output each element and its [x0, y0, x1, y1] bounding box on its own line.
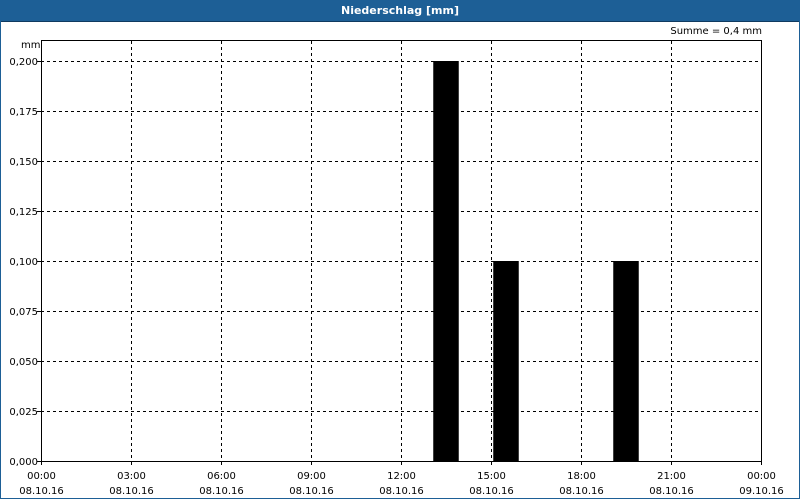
y-tick-label: 0,100	[9, 257, 38, 268]
x-tick-time-label: 18:00	[567, 471, 596, 482]
x-tick-date-label: 09.10.16	[739, 486, 784, 497]
x-tick-date-label: 08.10.16	[199, 486, 244, 497]
x-tick-time-label: 15:00	[477, 471, 506, 482]
y-tick-label: 0,200	[9, 57, 38, 68]
x-tick-date-label: 08.10.16	[559, 486, 604, 497]
y-tick-label: 0,075	[9, 307, 38, 318]
x-tick-date-label: 08.10.16	[649, 486, 694, 497]
x-tick-date-label: 08.10.16	[19, 486, 64, 497]
x-tick-time-label: 06:00	[207, 471, 236, 482]
x-tick-date-label: 08.10.16	[289, 486, 334, 497]
precipitation-bar	[613, 261, 639, 461]
y-tick-label: 0,125	[9, 207, 38, 218]
x-tick-date-label: 08.10.16	[469, 486, 514, 497]
x-tick-time-label: 21:00	[657, 471, 686, 482]
precipitation-bar	[493, 261, 519, 461]
x-tick-date-label: 08.10.16	[379, 486, 424, 497]
y-tick-label: 0,050	[9, 357, 38, 368]
y-tick-label: 0,000	[9, 457, 38, 468]
x-tick-time-label: 09:00	[297, 471, 326, 482]
x-tick-time-label: 12:00	[387, 471, 416, 482]
x-tick-time-label: 03:00	[117, 471, 146, 482]
precipitation-chart: 0,000 0,025 0,050 0,075 0,100 0,125 0,150 0,175…	[9, 40, 784, 497]
y-tick-label: 0,025	[9, 407, 38, 418]
precipitation-bar	[433, 61, 459, 461]
x-tick-date-label: 08.10.16	[109, 486, 154, 497]
x-tick-time-label: 00:00	[27, 471, 56, 482]
x-tick-time-label: 00:00	[747, 471, 776, 482]
y-tick-label: 0,150	[9, 157, 38, 168]
y-tick-label: 0,175	[9, 107, 38, 118]
